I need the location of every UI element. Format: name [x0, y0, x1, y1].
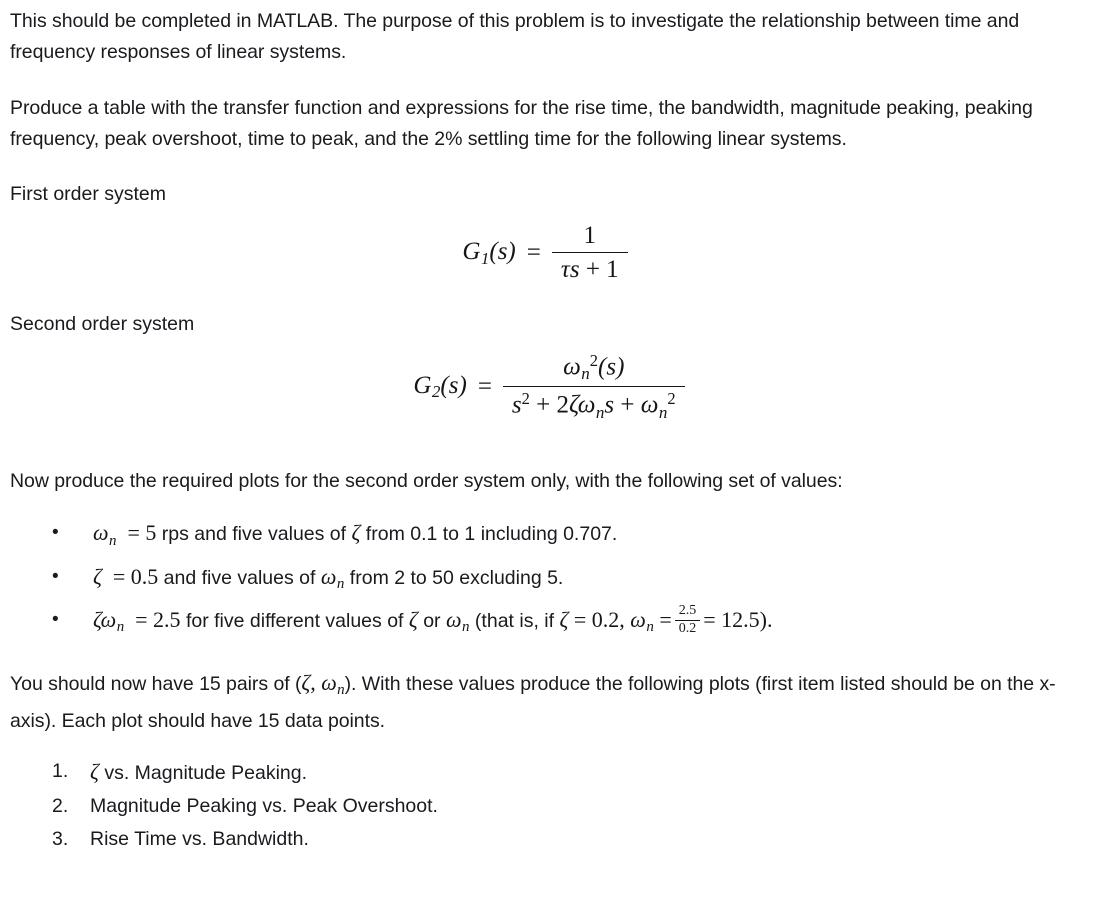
values-bullet-list: • ωn = 5 rps and five values of ζ from 0… — [0, 515, 1114, 645]
text: from 2 to 50 excluding 5. — [344, 566, 564, 589]
list-item: • ζ = 0.5 and five values of ωn from 2 t… — [0, 559, 1114, 602]
numerator: 1 — [583, 222, 597, 249]
text: (that is, if — [469, 609, 560, 632]
text: Magnitude Peaking vs. Peak Overshoot. — [90, 795, 438, 818]
list-ordinal: 1. — [52, 760, 69, 783]
symbol-zeta: ζ — [93, 563, 102, 589]
bullet-marker: • — [52, 565, 59, 587]
document-page: This should be completed in MATLAB. The … — [0, 0, 1114, 912]
text: from 0.1 to 1 including 0.707. — [360, 523, 618, 546]
symbol-zeta: ζ — [408, 606, 418, 632]
fraction-denominator: 0.2 — [678, 621, 697, 637]
text: , — [310, 669, 322, 695]
list-item: 3. Rise Time vs. Bandwidth. — [0, 823, 1114, 856]
fraction: ωn2(s) s2 + 2ζωns + ωn2 — [502, 350, 685, 422]
list-ordinal: 3. — [52, 828, 69, 851]
symbol-omega-n: ωn — [320, 563, 345, 592]
text: for five different values of — [180, 609, 409, 632]
equation-first-order: G1(s) = 1 τs + 1 — [0, 222, 1114, 285]
symbol-omega-n: ωn — [445, 606, 470, 635]
denominator: τs + 1 — [560, 256, 619, 284]
paragraph-plots-intro: Now produce the required plots for the s… — [10, 470, 843, 493]
list-item: 1. ζ vs. Magnitude Peaking. — [0, 755, 1114, 790]
equals-sign: = — [526, 239, 541, 267]
value: 5 — [145, 520, 157, 546]
list-item: • ζωn = 2.5 for five different values of… — [0, 602, 1114, 645]
text: or — [417, 609, 446, 632]
text: rps and five values of — [156, 523, 352, 546]
symbol-omega-n: ωn — [630, 606, 654, 635]
equation-second-order: G2(s) = ωn2(s) s2 + 2ζωns + ωn2 — [0, 350, 1114, 422]
fraction: 1 τs + 1 — [551, 222, 628, 285]
equals-sign: = — [703, 606, 716, 632]
symbol-zeta-omega-n: ζωn — [93, 606, 125, 635]
list-ordinal: 2. — [52, 795, 69, 818]
text: You should now have 15 pairs of ( — [10, 672, 302, 695]
equals-sign: = — [112, 563, 126, 589]
value: 12.5). — [721, 606, 773, 632]
heading-second-order: Second order system — [10, 312, 195, 335]
fraction-numerator: 2.5 — [678, 603, 697, 619]
plots-numbered-list: 1. ζ vs. Magnitude Peaking. 2. Magnitude… — [0, 755, 1114, 856]
denominator: s2 + 2ζωns + ωn2 — [511, 389, 676, 422]
equals-sign: = — [573, 606, 587, 632]
inline-fraction: 2.5 0.2 — [674, 603, 701, 637]
text: Rise Time vs. Bandwidth. — [90, 828, 309, 851]
bullet-marker: • — [52, 608, 59, 630]
symbol-zeta: ζ — [90, 759, 99, 785]
equals-sign: = — [477, 373, 492, 401]
value: 2.5 — [153, 606, 181, 632]
paragraph-task: Produce a table with the transfer functi… — [10, 97, 1033, 150]
symbol-omega-n: ωn — [93, 520, 117, 549]
value: 0.2, — [591, 606, 631, 632]
paragraph-intro: This should be completed in MATLAB. The … — [10, 10, 1020, 63]
equals-sign: = — [135, 606, 148, 632]
value: 0.5 — [130, 563, 159, 589]
equals-sign: = — [659, 606, 672, 632]
list-item: 2. Magnitude Peaking vs. Peak Overshoot. — [0, 790, 1114, 823]
text: vs. Magnitude Peaking. — [98, 762, 308, 785]
bullet-marker: • — [52, 522, 59, 544]
text: and five values of — [158, 566, 321, 589]
equals-sign: = — [127, 520, 140, 546]
symbol-zeta: ζ — [301, 669, 311, 695]
symbol-omega-n: ωn — [321, 669, 345, 699]
heading-first-order: First order system — [10, 183, 167, 205]
numerator: ωn2(s) — [563, 350, 625, 384]
equation-lhs: G2(s) — [413, 371, 467, 402]
list-item: • ωn = 5 rps and five values of ζ from 0… — [0, 515, 1114, 558]
equation-lhs: G1(s) — [462, 238, 516, 268]
paragraph-pairs-note: You should now have 15 pairs of (ζ, ωn).… — [0, 667, 1114, 737]
